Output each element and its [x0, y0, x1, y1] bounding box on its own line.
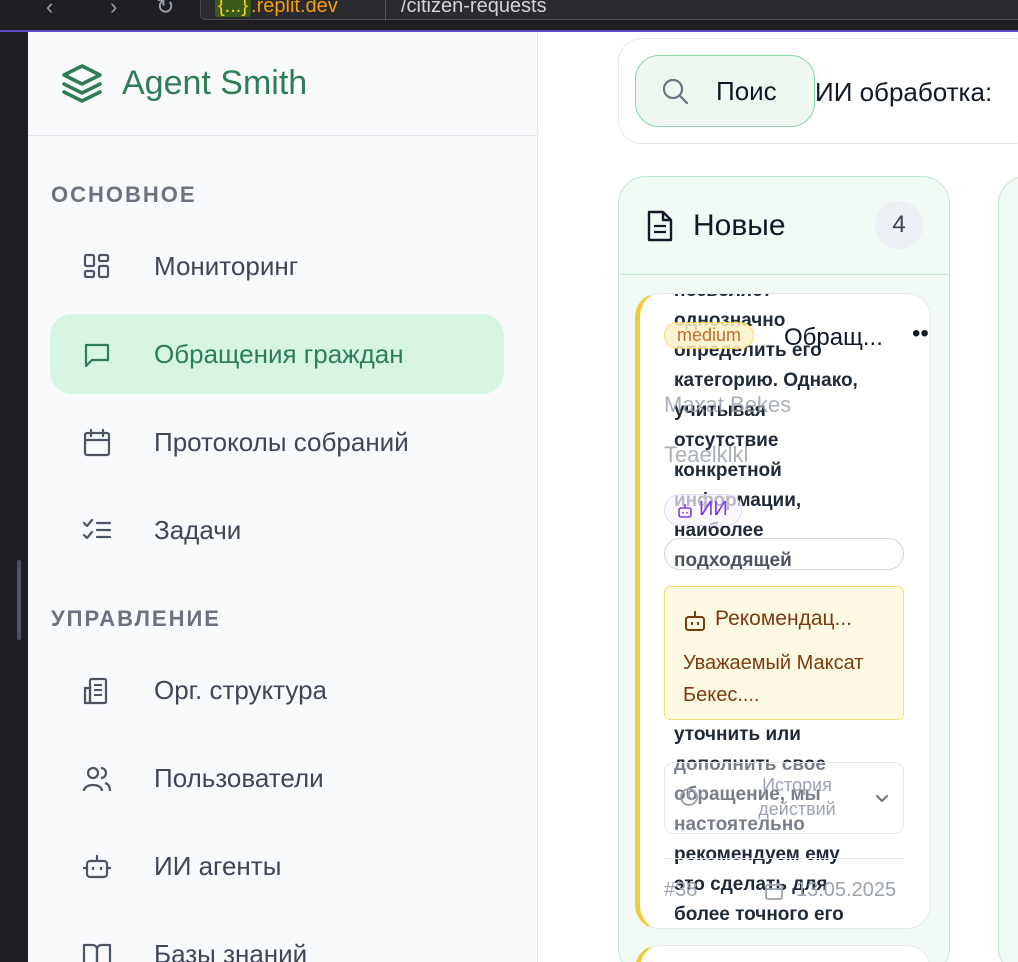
- bot-icon: [83, 855, 111, 879]
- card-footer: #38 13.05.2025: [664, 858, 904, 901]
- sidebar-item-tasks[interactable]: Задачи: [50, 490, 504, 570]
- sidebar-item-ai-agents[interactable]: ИИ агенты: [50, 826, 504, 906]
- address-bar[interactable]: {...} .replit.dev /citizen-requests: [200, 0, 1018, 21]
- sidebar-item-label: Мониторинг: [154, 251, 299, 281]
- sidebar-item-label: Базы знаний: [154, 939, 308, 962]
- kanban-column-next: [998, 176, 1018, 962]
- calendar-icon: [765, 883, 783, 900]
- request-card[interactable]: [635, 945, 931, 962]
- forward-icon[interactable]: ›: [110, 0, 117, 20]
- ai-processing-label: ИИ обработка:: [815, 77, 993, 107]
- filter-bar: Поис ИИ обработка:: [618, 38, 1018, 144]
- history-toggle[interactable]: История действий: [664, 762, 904, 834]
- back-icon[interactable]: ‹: [46, 0, 53, 20]
- sidebar-item-monitoring[interactable]: Мониторинг: [50, 226, 504, 306]
- checklist-icon: [82, 518, 112, 540]
- sidebar-item-label: Обращения граждан: [154, 339, 404, 369]
- chevron-down-icon: [876, 795, 888, 802]
- section-title-management: УПРАВЛЕНИЕ: [51, 606, 221, 631]
- ai-badge-label: ИИ: [699, 498, 728, 520]
- sidebar-item-meeting-protocols[interactable]: Протоколы собраний: [50, 402, 504, 482]
- sidebar-item-label: ИИ агенты: [154, 851, 282, 881]
- browser-toolbar: ‹ › ↻ {...} .replit.dev /citizen-requests: [0, 0, 1018, 32]
- building-icon: [83, 677, 108, 705]
- window-edge: [0, 32, 28, 962]
- sidebar-item-label: Задачи: [154, 515, 242, 545]
- card-date: 13.05.2025: [796, 879, 897, 901]
- ai-recommendation-box[interactable]: Рекомендац... Уважаемый Максат Бекес....: [664, 586, 904, 720]
- address-separator: [385, 0, 386, 21]
- main-content: Поис ИИ обработка: Новые 4 позволяет одн…: [538, 32, 1018, 962]
- sidebar-item-knowledge-bases[interactable]: Базы знаний: [50, 914, 504, 962]
- layers-logo-icon: [62, 64, 102, 103]
- users-icon: [82, 766, 112, 792]
- search-input[interactable]: Поис: [635, 55, 815, 127]
- resize-handle[interactable]: [17, 560, 21, 640]
- history-label: История действий: [758, 775, 836, 819]
- sidebar-item-org-structure[interactable]: Орг. структура: [50, 650, 504, 730]
- sidebar-item-users[interactable]: Пользователи: [50, 738, 504, 818]
- brand-header[interactable]: Agent Smith: [28, 32, 537, 136]
- ai-badge: ИИ: [664, 494, 742, 526]
- card-title: Обращ...: [784, 324, 883, 351]
- column-count-badge: 4: [875, 201, 923, 249]
- bot-icon: [685, 611, 705, 631]
- card-id: #38: [664, 879, 698, 901]
- reload-icon[interactable]: ↻: [156, 0, 174, 20]
- search-icon: [662, 78, 689, 105]
- card-subject: Teaelklkl: [664, 442, 749, 467]
- column-title: Новые: [693, 209, 786, 242]
- sidebar-item-label: Орг. структура: [154, 675, 328, 705]
- dashboard-icon: [83, 253, 110, 279]
- sidebar: Agent Smith ОСНОВНОЕ Мониторинг Обращени…: [28, 32, 538, 962]
- more-options-icon[interactable]: ••: [912, 320, 929, 348]
- calendar-icon: [83, 428, 111, 457]
- address-host: {...} .replit.dev: [215, 0, 338, 18]
- section-title-main: ОСНОВНОЕ: [51, 182, 197, 207]
- brand-name: Agent Smith: [122, 64, 308, 102]
- search-placeholder: Поис: [716, 76, 777, 106]
- sidebar-item-citizen-requests[interactable]: Обращения граждан: [50, 314, 504, 394]
- bot-icon: [678, 504, 692, 518]
- document-icon: [647, 210, 673, 242]
- recommendation-text: Уважаемый Максат Бекес....: [683, 652, 864, 706]
- column-header: Новые 4: [619, 177, 949, 275]
- book-icon: [82, 943, 112, 962]
- address-path: /citizen-requests: [401, 0, 547, 17]
- clock-icon: [680, 788, 698, 806]
- request-card[interactable]: позволяет однозначно определить его кате…: [635, 293, 931, 929]
- recommendation-title: Рекомендац...: [715, 607, 853, 630]
- category-pill: [664, 538, 904, 570]
- card-author: Maxat Bekes: [664, 392, 792, 417]
- sidebar-item-label: Пользователи: [154, 763, 324, 793]
- message-icon: [84, 343, 110, 368]
- kanban-column-new: Новые 4 позволяет однозначно определить …: [618, 176, 950, 962]
- sidebar-item-label: Протоколы собраний: [154, 427, 409, 457]
- priority-badge: medium: [664, 322, 755, 349]
